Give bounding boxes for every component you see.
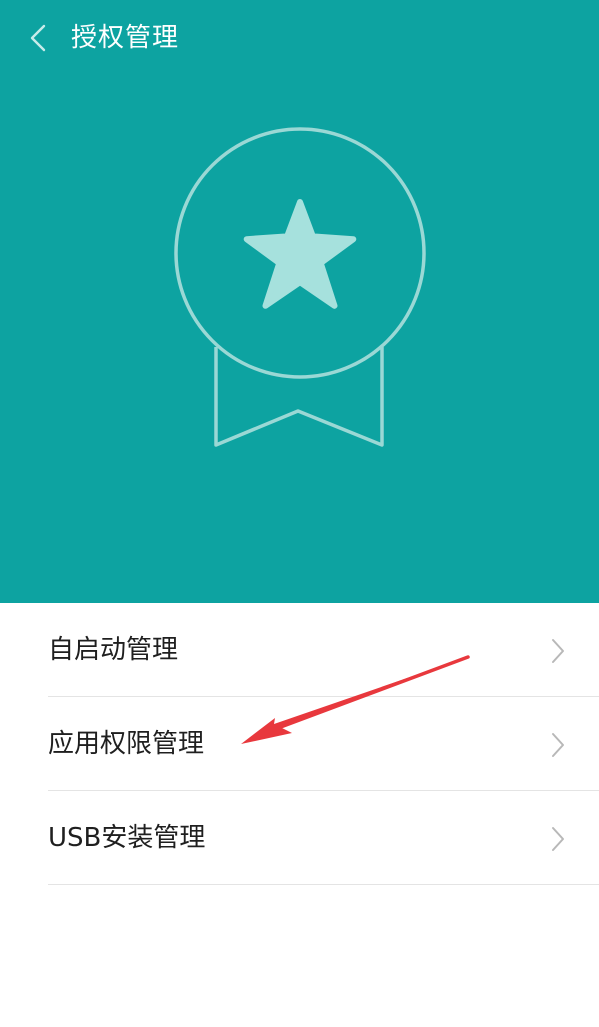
list-item-usb-install[interactable]: USB安装管理 (0, 791, 599, 885)
list-item-app-permissions[interactable]: 应用权限管理 (0, 697, 599, 791)
divider (48, 884, 599, 885)
list-item-label: 应用权限管理 (48, 729, 205, 759)
list-item-auto-start[interactable]: 自启动管理 (0, 603, 599, 697)
chevron-right-icon (552, 639, 564, 663)
page-title: 授权管理 (71, 23, 180, 53)
chevron-right-icon (552, 733, 564, 757)
chevron-left-icon (30, 24, 46, 52)
list-item-label: USB安装管理 (48, 823, 206, 853)
list-item-label: 自启动管理 (48, 635, 179, 665)
chevron-right-icon (552, 827, 564, 851)
award-badge-star-icon (174, 127, 426, 447)
header-banner: 授权管理 (0, 0, 599, 603)
settings-list: 自启动管理 应用权限管理 USB安装管理 (0, 603, 599, 885)
back-button[interactable] (20, 18, 56, 58)
